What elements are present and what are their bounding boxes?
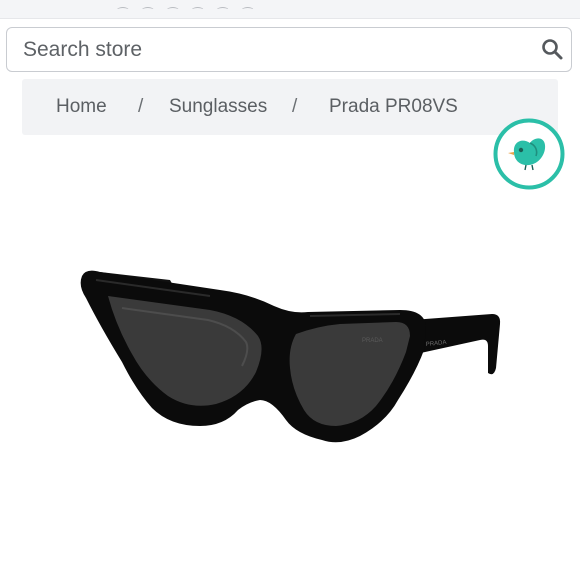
- lens-logo: PRADA: [362, 338, 383, 344]
- breadcrumb-separator: /: [292, 96, 298, 117]
- breadcrumb-sunglasses[interactable]: Sunglasses: [169, 96, 267, 118]
- page: ⁔ ⁔ ⁔ ⁔ ⁔ ⁔ Home / Sunglasses / Prada PR…: [0, 0, 580, 580]
- bird-icon: [493, 118, 565, 190]
- search-icon: [542, 39, 563, 60]
- top-strip: ⁔ ⁔ ⁔ ⁔ ⁔ ⁔: [0, 0, 580, 19]
- search-button[interactable]: [539, 36, 567, 64]
- breadcrumb: Home / Sunglasses / Prada PR08VS: [22, 79, 558, 135]
- search-bar: [6, 27, 572, 72]
- product-image: PRADA PRADA: [60, 250, 520, 470]
- truncated-text: ⁔ ⁔ ⁔ ⁔ ⁔ ⁔: [118, 0, 259, 9]
- breadcrumb-separator: /: [138, 96, 144, 117]
- breadcrumb-home[interactable]: Home: [56, 96, 107, 118]
- breadcrumb-current: Prada PR08VS: [329, 96, 458, 117]
- search-input[interactable]: [7, 28, 527, 71]
- sunglasses-image: PRADA PRADA: [80, 270, 501, 443]
- brand-badge[interactable]: [492, 117, 566, 191]
